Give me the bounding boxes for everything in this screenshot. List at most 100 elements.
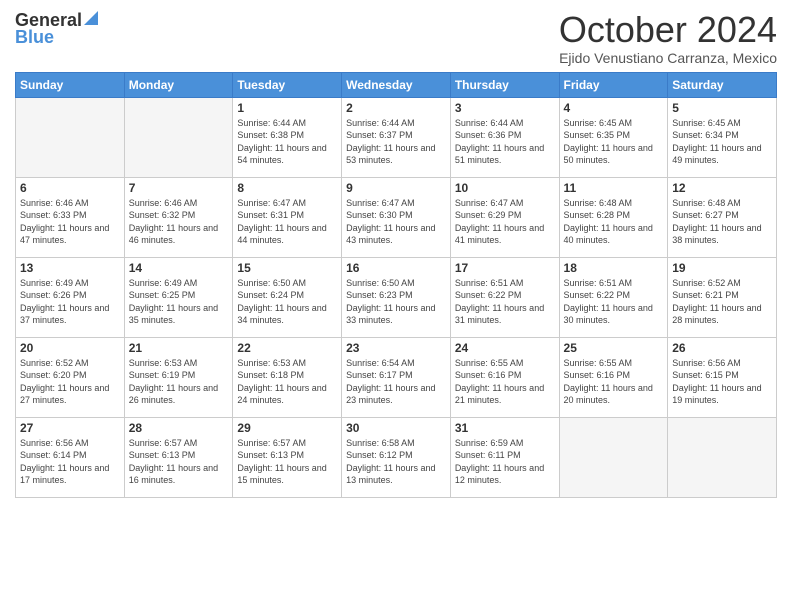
day-number: 13 bbox=[20, 261, 120, 275]
calendar-cell bbox=[124, 97, 233, 177]
day-number: 1 bbox=[237, 101, 337, 115]
calendar-cell: 5 Sunrise: 6:45 AM Sunset: 6:34 PM Dayli… bbox=[668, 97, 777, 177]
calendar-header-monday: Monday bbox=[124, 72, 233, 97]
calendar-cell: 24 Sunrise: 6:55 AM Sunset: 6:16 PM Dayl… bbox=[450, 337, 559, 417]
logo-arrow-icon bbox=[84, 11, 98, 30]
calendar-cell: 10 Sunrise: 6:47 AM Sunset: 6:29 PM Dayl… bbox=[450, 177, 559, 257]
day-number: 8 bbox=[237, 181, 337, 195]
calendar-cell bbox=[668, 417, 777, 497]
calendar-cell: 3 Sunrise: 6:44 AM Sunset: 6:36 PM Dayli… bbox=[450, 97, 559, 177]
cell-info: Sunrise: 6:56 AM Sunset: 6:15 PM Dayligh… bbox=[672, 357, 772, 407]
cell-info: Sunrise: 6:48 AM Sunset: 6:27 PM Dayligh… bbox=[672, 197, 772, 247]
calendar-cell: 9 Sunrise: 6:47 AM Sunset: 6:30 PM Dayli… bbox=[342, 177, 451, 257]
cell-info: Sunrise: 6:55 AM Sunset: 6:16 PM Dayligh… bbox=[564, 357, 664, 407]
calendar-cell: 28 Sunrise: 6:57 AM Sunset: 6:13 PM Dayl… bbox=[124, 417, 233, 497]
day-number: 7 bbox=[129, 181, 229, 195]
day-number: 5 bbox=[672, 101, 772, 115]
calendar-cell: 14 Sunrise: 6:49 AM Sunset: 6:25 PM Dayl… bbox=[124, 257, 233, 337]
calendar-week-4: 27 Sunrise: 6:56 AM Sunset: 6:14 PM Dayl… bbox=[16, 417, 777, 497]
calendar-cell: 8 Sunrise: 6:47 AM Sunset: 6:31 PM Dayli… bbox=[233, 177, 342, 257]
location-title: Ejido Venustiano Carranza, Mexico bbox=[559, 50, 777, 66]
cell-info: Sunrise: 6:52 AM Sunset: 6:21 PM Dayligh… bbox=[672, 277, 772, 327]
day-number: 24 bbox=[455, 341, 555, 355]
calendar-week-0: 1 Sunrise: 6:44 AM Sunset: 6:38 PM Dayli… bbox=[16, 97, 777, 177]
cell-info: Sunrise: 6:46 AM Sunset: 6:33 PM Dayligh… bbox=[20, 197, 120, 247]
calendar-header-saturday: Saturday bbox=[668, 72, 777, 97]
header: General Blue October 2024 Ejido Venustia… bbox=[15, 10, 777, 66]
cell-info: Sunrise: 6:48 AM Sunset: 6:28 PM Dayligh… bbox=[564, 197, 664, 247]
cell-info: Sunrise: 6:44 AM Sunset: 6:37 PM Dayligh… bbox=[346, 117, 446, 167]
day-number: 22 bbox=[237, 341, 337, 355]
calendar-cell: 2 Sunrise: 6:44 AM Sunset: 6:37 PM Dayli… bbox=[342, 97, 451, 177]
calendar-cell: 7 Sunrise: 6:46 AM Sunset: 6:32 PM Dayli… bbox=[124, 177, 233, 257]
calendar-cell: 6 Sunrise: 6:46 AM Sunset: 6:33 PM Dayli… bbox=[16, 177, 125, 257]
day-number: 18 bbox=[564, 261, 664, 275]
calendar-header-wednesday: Wednesday bbox=[342, 72, 451, 97]
logo-blue-text: Blue bbox=[15, 27, 54, 48]
cell-info: Sunrise: 6:45 AM Sunset: 6:34 PM Dayligh… bbox=[672, 117, 772, 167]
day-number: 6 bbox=[20, 181, 120, 195]
calendar-header-row: SundayMondayTuesdayWednesdayThursdayFrid… bbox=[16, 72, 777, 97]
cell-info: Sunrise: 6:59 AM Sunset: 6:11 PM Dayligh… bbox=[455, 437, 555, 487]
cell-info: Sunrise: 6:58 AM Sunset: 6:12 PM Dayligh… bbox=[346, 437, 446, 487]
day-number: 19 bbox=[672, 261, 772, 275]
calendar-header-tuesday: Tuesday bbox=[233, 72, 342, 97]
cell-info: Sunrise: 6:49 AM Sunset: 6:26 PM Dayligh… bbox=[20, 277, 120, 327]
cell-info: Sunrise: 6:54 AM Sunset: 6:17 PM Dayligh… bbox=[346, 357, 446, 407]
calendar-cell: 31 Sunrise: 6:59 AM Sunset: 6:11 PM Dayl… bbox=[450, 417, 559, 497]
day-number: 23 bbox=[346, 341, 446, 355]
cell-info: Sunrise: 6:53 AM Sunset: 6:19 PM Dayligh… bbox=[129, 357, 229, 407]
calendar-cell: 13 Sunrise: 6:49 AM Sunset: 6:26 PM Dayl… bbox=[16, 257, 125, 337]
day-number: 3 bbox=[455, 101, 555, 115]
day-number: 29 bbox=[237, 421, 337, 435]
cell-info: Sunrise: 6:56 AM Sunset: 6:14 PM Dayligh… bbox=[20, 437, 120, 487]
day-number: 25 bbox=[564, 341, 664, 355]
cell-info: Sunrise: 6:47 AM Sunset: 6:31 PM Dayligh… bbox=[237, 197, 337, 247]
day-number: 15 bbox=[237, 261, 337, 275]
day-number: 27 bbox=[20, 421, 120, 435]
cell-info: Sunrise: 6:47 AM Sunset: 6:29 PM Dayligh… bbox=[455, 197, 555, 247]
day-number: 11 bbox=[564, 181, 664, 195]
calendar-cell: 16 Sunrise: 6:50 AM Sunset: 6:23 PM Dayl… bbox=[342, 257, 451, 337]
calendar-cell: 19 Sunrise: 6:52 AM Sunset: 6:21 PM Dayl… bbox=[668, 257, 777, 337]
day-number: 17 bbox=[455, 261, 555, 275]
page: General Blue October 2024 Ejido Venustia… bbox=[0, 0, 792, 612]
calendar-table: SundayMondayTuesdayWednesdayThursdayFrid… bbox=[15, 72, 777, 498]
cell-info: Sunrise: 6:57 AM Sunset: 6:13 PM Dayligh… bbox=[129, 437, 229, 487]
calendar-cell: 22 Sunrise: 6:53 AM Sunset: 6:18 PM Dayl… bbox=[233, 337, 342, 417]
calendar-header-sunday: Sunday bbox=[16, 72, 125, 97]
day-number: 12 bbox=[672, 181, 772, 195]
calendar-week-3: 20 Sunrise: 6:52 AM Sunset: 6:20 PM Dayl… bbox=[16, 337, 777, 417]
cell-info: Sunrise: 6:50 AM Sunset: 6:23 PM Dayligh… bbox=[346, 277, 446, 327]
cell-info: Sunrise: 6:44 AM Sunset: 6:36 PM Dayligh… bbox=[455, 117, 555, 167]
day-number: 14 bbox=[129, 261, 229, 275]
cell-info: Sunrise: 6:47 AM Sunset: 6:30 PM Dayligh… bbox=[346, 197, 446, 247]
cell-info: Sunrise: 6:46 AM Sunset: 6:32 PM Dayligh… bbox=[129, 197, 229, 247]
calendar-cell: 29 Sunrise: 6:57 AM Sunset: 6:13 PM Dayl… bbox=[233, 417, 342, 497]
cell-info: Sunrise: 6:52 AM Sunset: 6:20 PM Dayligh… bbox=[20, 357, 120, 407]
calendar-cell: 12 Sunrise: 6:48 AM Sunset: 6:27 PM Dayl… bbox=[668, 177, 777, 257]
calendar-cell: 4 Sunrise: 6:45 AM Sunset: 6:35 PM Dayli… bbox=[559, 97, 668, 177]
title-section: October 2024 Ejido Venustiano Carranza, … bbox=[559, 10, 777, 66]
calendar-cell bbox=[16, 97, 125, 177]
day-number: 10 bbox=[455, 181, 555, 195]
calendar-cell: 18 Sunrise: 6:51 AM Sunset: 6:22 PM Dayl… bbox=[559, 257, 668, 337]
day-number: 31 bbox=[455, 421, 555, 435]
cell-info: Sunrise: 6:49 AM Sunset: 6:25 PM Dayligh… bbox=[129, 277, 229, 327]
calendar-week-1: 6 Sunrise: 6:46 AM Sunset: 6:33 PM Dayli… bbox=[16, 177, 777, 257]
calendar-header-thursday: Thursday bbox=[450, 72, 559, 97]
calendar-cell: 27 Sunrise: 6:56 AM Sunset: 6:14 PM Dayl… bbox=[16, 417, 125, 497]
calendar-cell: 25 Sunrise: 6:55 AM Sunset: 6:16 PM Dayl… bbox=[559, 337, 668, 417]
cell-info: Sunrise: 6:45 AM Sunset: 6:35 PM Dayligh… bbox=[564, 117, 664, 167]
day-number: 30 bbox=[346, 421, 446, 435]
day-number: 21 bbox=[129, 341, 229, 355]
calendar-cell: 21 Sunrise: 6:53 AM Sunset: 6:19 PM Dayl… bbox=[124, 337, 233, 417]
cell-info: Sunrise: 6:51 AM Sunset: 6:22 PM Dayligh… bbox=[455, 277, 555, 327]
calendar-cell: 15 Sunrise: 6:50 AM Sunset: 6:24 PM Dayl… bbox=[233, 257, 342, 337]
day-number: 2 bbox=[346, 101, 446, 115]
calendar-cell bbox=[559, 417, 668, 497]
cell-info: Sunrise: 6:53 AM Sunset: 6:18 PM Dayligh… bbox=[237, 357, 337, 407]
logo: General Blue bbox=[15, 10, 98, 48]
day-number: 28 bbox=[129, 421, 229, 435]
calendar-cell: 17 Sunrise: 6:51 AM Sunset: 6:22 PM Dayl… bbox=[450, 257, 559, 337]
